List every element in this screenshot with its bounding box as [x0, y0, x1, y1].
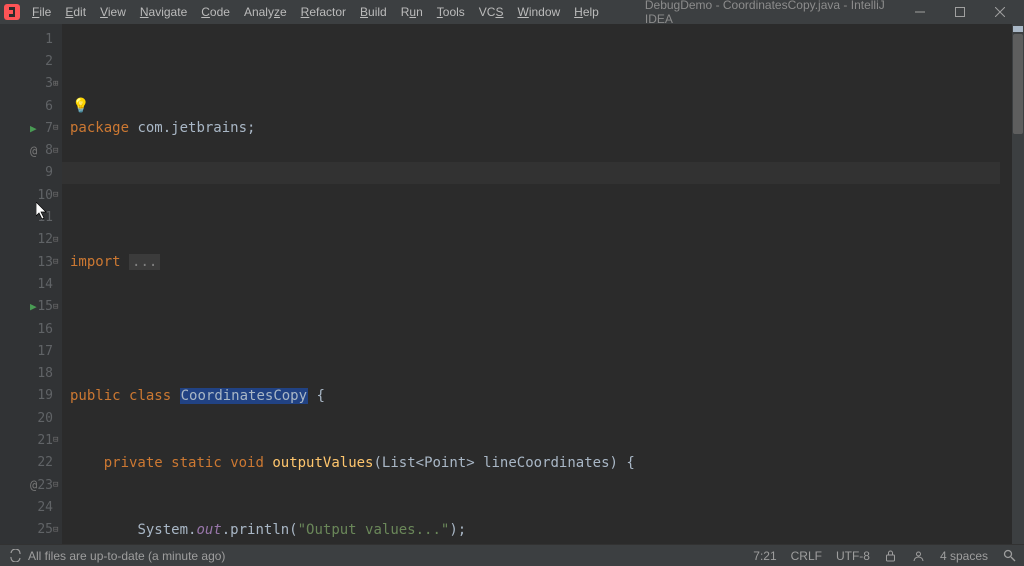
- line-number: 14: [33, 277, 53, 292]
- line-number: 24: [33, 500, 53, 515]
- file-encoding[interactable]: UTF-8: [836, 549, 870, 563]
- line-number: 1: [33, 32, 53, 47]
- line-number: 2: [33, 54, 53, 69]
- override-gutter-icon[interactable]: @: [30, 478, 37, 492]
- close-button[interactable]: [980, 0, 1020, 24]
- inspector-icon[interactable]: [912, 550, 926, 562]
- editor-scrollbar[interactable]: [1012, 24, 1024, 544]
- gutter-row[interactable]: 1: [0, 28, 61, 50]
- menu-vcs[interactable]: VCS: [473, 3, 510, 21]
- gutter-row[interactable]: 13⊟: [0, 251, 61, 273]
- menu-window[interactable]: Window: [511, 3, 566, 21]
- menu-run[interactable]: Run: [395, 3, 429, 21]
- gutter-row[interactable]: 8@⊟: [0, 139, 61, 161]
- code-line: [70, 318, 1012, 340]
- gutter-row[interactable]: 7▶⊟: [0, 117, 61, 139]
- search-everywhere-icon[interactable]: [1002, 549, 1016, 562]
- run-gutter-icon[interactable]: ▶: [30, 300, 37, 313]
- minimize-button[interactable]: [900, 0, 940, 24]
- line-number: 22: [33, 455, 53, 470]
- gutter-row[interactable]: 22: [0, 452, 61, 474]
- code-area[interactable]: package com.jetbrains; import ... public…: [62, 24, 1012, 544]
- gutter-row[interactable]: 2: [0, 50, 61, 72]
- app-icon: [4, 4, 20, 20]
- gutter-row[interactable]: 25⊟: [0, 519, 61, 541]
- status-sync-icon: [8, 549, 22, 562]
- status-message: All files are up-to-date (a minute ago): [28, 549, 225, 563]
- line-number: 21: [33, 433, 53, 448]
- gutter-row[interactable]: 19: [0, 385, 61, 407]
- gutter-row[interactable]: 10⊟: [0, 184, 61, 206]
- gutter-row[interactable]: 24: [0, 496, 61, 518]
- caret-position[interactable]: 7:21: [753, 549, 776, 563]
- window-controls: [900, 0, 1020, 24]
- code-line: private static void outputValues(List<Po…: [70, 452, 1012, 474]
- gutter-row[interactable]: 16: [0, 318, 61, 340]
- menu-view[interactable]: View: [94, 3, 132, 21]
- code-line: import ...: [70, 251, 1012, 273]
- menu-navigate[interactable]: Navigate: [134, 3, 193, 21]
- line-number: 9: [33, 165, 53, 180]
- menu-file[interactable]: FFileile: [26, 3, 57, 21]
- editor: 123⊞67▶⊟8@⊟910⊟1112⊟13⊟1415▶⊟16171819202…: [0, 24, 1024, 544]
- line-number: 20: [33, 411, 53, 426]
- code-line: [70, 184, 1012, 206]
- mouse-cursor-icon: [36, 202, 48, 220]
- gutter-row[interactable]: 18: [0, 362, 61, 384]
- line-number: 16: [33, 322, 53, 337]
- maximize-button[interactable]: [940, 0, 980, 24]
- gutter-row[interactable]: 12⊟: [0, 229, 61, 251]
- indent-setting[interactable]: 4 spaces: [940, 549, 988, 563]
- code-line: public class CoordinatesCopy {: [70, 385, 1012, 407]
- line-number: 25: [33, 522, 53, 537]
- line-number: 13: [33, 255, 53, 270]
- gutter[interactable]: 123⊞67▶⊟8@⊟910⊟1112⊟13⊟1415▶⊟16171819202…: [0, 24, 62, 544]
- menu-analyze[interactable]: Analyze: [238, 3, 293, 21]
- lock-icon[interactable]: [884, 550, 898, 562]
- status-bar: All files are up-to-date (a minute ago) …: [0, 544, 1024, 566]
- gutter-row[interactable]: 9: [0, 162, 61, 184]
- line-number: 10: [33, 188, 53, 203]
- code-line: System.out.println("Output values...");: [70, 519, 1012, 541]
- line-number: 18: [33, 366, 53, 381]
- menu-help[interactable]: Help: [568, 3, 605, 21]
- run-gutter-icon[interactable]: ▶: [30, 122, 37, 135]
- gutter-row[interactable]: 15▶⊟: [0, 296, 61, 318]
- menu-edit[interactable]: Edit: [59, 3, 92, 21]
- override-gutter-icon[interactable]: @: [30, 144, 37, 158]
- menu-refactor[interactable]: Refactor: [295, 3, 352, 21]
- menu-build[interactable]: Build: [354, 3, 393, 21]
- gutter-row[interactable]: 17: [0, 340, 61, 362]
- gutter-row[interactable]: 21⊟: [0, 429, 61, 451]
- current-line-highlight: [62, 162, 1000, 184]
- line-separator[interactable]: CRLF: [791, 549, 822, 563]
- menu-code[interactable]: Code: [195, 3, 236, 21]
- line-number: 12: [33, 232, 53, 247]
- line-number: 19: [33, 388, 53, 403]
- line-number: 17: [33, 344, 53, 359]
- gutter-row[interactable]: 6: [0, 95, 61, 117]
- line-number: 3: [33, 76, 53, 91]
- menu-tools[interactable]: Tools: [431, 3, 471, 21]
- code-line: package com.jetbrains;: [70, 117, 1012, 139]
- gutter-row[interactable]: 20: [0, 407, 61, 429]
- gutter-row[interactable]: 23@⊟: [0, 474, 61, 496]
- gutter-row[interactable]: 3⊞: [0, 73, 61, 95]
- gutter-row[interactable]: 14: [0, 273, 61, 295]
- scrollbar-thumb[interactable]: [1013, 34, 1023, 134]
- window-title: DebugDemo - CoordinatesCopy.java - Intel…: [605, 0, 900, 26]
- analysis-marker: [1013, 26, 1023, 32]
- gutter-row[interactable]: 11: [0, 206, 61, 228]
- menu-bar: FFileile Edit View Navigate Code Analyze…: [26, 3, 605, 21]
- line-number: 6: [33, 99, 53, 114]
- title-bar: FFileile Edit View Navigate Code Analyze…: [0, 0, 1024, 24]
